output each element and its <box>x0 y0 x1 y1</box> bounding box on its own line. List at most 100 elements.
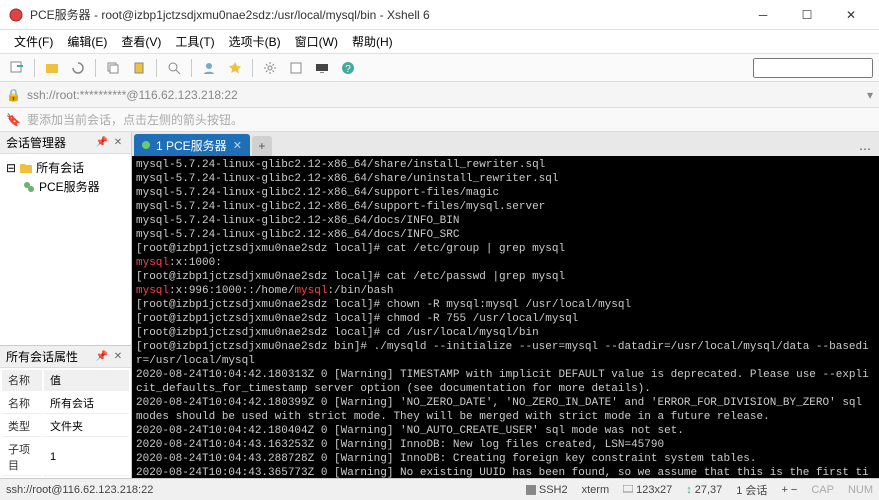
collapse-icon[interactable]: ⊟ <box>6 161 16 175</box>
close-panel-icon[interactable]: ✕ <box>111 350 125 364</box>
add-tab-button[interactable]: + <box>252 136 272 156</box>
tab-bar: 1 PCE服务器 ✕ + ⋯ <box>132 132 879 156</box>
bookmark-icon[interactable]: 🔖 <box>6 113 21 127</box>
tree-root-label: 所有会话 <box>36 159 84 176</box>
table-row: 名称所有会话 <box>2 393 129 414</box>
status-num: NUM <box>848 484 873 496</box>
terminal-line: mysql-5.7.24-linux-glibc2.12-x86_64/shar… <box>136 172 875 186</box>
separator <box>191 59 192 77</box>
tab-close-icon[interactable]: ✕ <box>233 139 242 152</box>
paste-icon[interactable] <box>128 57 150 79</box>
minus-icon[interactable]: − <box>791 484 797 496</box>
terminal-line: mysql-5.7.24-linux-glibc2.12-x86_64/shar… <box>136 158 875 172</box>
status-term: xterm <box>582 484 610 496</box>
session-tree: ⊟ 所有会话 PCE服务器 <box>0 154 131 345</box>
hint-bar: 🔖 要添加当前会话，点击左侧的箭头按钮。 <box>0 108 879 132</box>
prop-key: 子项目 <box>2 439 42 476</box>
window-title: PCE服务器 - root@izbp1jctzsdjxmu0nae2sdz:/u… <box>30 6 743 23</box>
terminal-line: mysql:x:1000: <box>136 256 875 270</box>
status-size: 123x27 <box>636 484 672 496</box>
script-icon[interactable] <box>285 57 307 79</box>
terminal[interactable]: mysql-5.7.24-linux-glibc2.12-x86_64/shar… <box>132 156 879 478</box>
menu-item[interactable]: 查看(V) <box>115 31 167 52</box>
menu-item[interactable]: 编辑(E) <box>61 31 113 52</box>
tab-menu-icon[interactable]: ⋯ <box>851 142 879 156</box>
prop-key: 名称 <box>2 393 42 414</box>
lock-icon: 🔒 <box>6 88 21 102</box>
close-button[interactable]: ✕ <box>831 3 871 27</box>
terminal-line: [root@izbp1jctzsdjxmu0nae2sdz bin]# ./my… <box>136 340 875 368</box>
help-icon[interactable]: ? <box>337 57 359 79</box>
settings-icon[interactable] <box>259 57 281 79</box>
title-bar: PCE服务器 - root@izbp1jctzsdjxmu0nae2sdz:/u… <box>0 0 879 30</box>
prop-value: 值 <box>44 370 129 391</box>
address-bar: 🔒 ssh://root:**********@116.62.123.218:2… <box>0 82 879 108</box>
tree-session-item[interactable]: PCE服务器 <box>4 177 127 196</box>
prop-value: 1 <box>44 439 129 476</box>
size-icon <box>623 485 633 495</box>
toolbar: ? <box>0 54 879 82</box>
menu-item[interactable]: 工具(T) <box>169 31 220 52</box>
status-dot-icon <box>142 141 150 149</box>
reconnect-icon[interactable] <box>67 57 89 79</box>
properties-table: 名称值名称所有会话类型文件夹子项目1 <box>0 368 131 478</box>
terminal-line: mysql-5.7.24-linux-glibc2.12-x86_64/docs… <box>136 228 875 242</box>
tab-session[interactable]: 1 PCE服务器 ✕ <box>134 134 250 156</box>
separator <box>156 59 157 77</box>
close-panel-icon[interactable]: ✕ <box>111 136 125 150</box>
copy-icon[interactable] <box>102 57 124 79</box>
status-cap: CAP <box>811 484 834 496</box>
pin-icon[interactable]: 📌 <box>95 350 109 364</box>
prop-value: 所有会话 <box>44 393 129 414</box>
terminal-line: 2020-08-24T10:04:42.180399Z 0 [Warning] … <box>136 396 875 424</box>
table-row: 类型文件夹 <box>2 416 129 437</box>
terminal-line: mysql-5.7.24-linux-glibc2.12-x86_64/supp… <box>136 186 875 200</box>
sidebar: 会话管理器 📌 ✕ ⊟ 所有会话 PCE服务器 所有会话属性 📌 ✕ <box>0 132 132 478</box>
tree-session-label: PCE服务器 <box>39 178 100 195</box>
app-icon <box>8 7 24 23</box>
menu-item[interactable]: 帮助(H) <box>346 31 399 52</box>
status-sessions: 1 会话 <box>736 482 767 498</box>
new-session-icon[interactable] <box>6 57 28 79</box>
menu-item[interactable]: 窗口(W) <box>289 31 344 52</box>
terminal-line: mysql:x:996:1000::/home/mysql:/bin/bash <box>136 284 875 298</box>
terminal-line: 2020-08-24T10:04:42.180404Z 0 [Warning] … <box>136 424 875 438</box>
separator <box>95 59 96 77</box>
prop-value: 文件夹 <box>44 416 129 437</box>
open-icon[interactable] <box>41 57 63 79</box>
terminal-line: 2020-08-24T10:04:43.365773Z 0 [Warning] … <box>136 466 875 478</box>
terminal-line: mysql-5.7.24-linux-glibc2.12-x86_64/docs… <box>136 214 875 228</box>
status-ssh: SSH2 <box>539 484 568 496</box>
properties-header: 所有会话属性 📌 ✕ <box>0 346 131 368</box>
menu-item[interactable]: 选项卡(B) <box>223 31 287 52</box>
terminal-line: 2020-08-24T10:04:43.288728Z 0 [Warning] … <box>136 452 875 466</box>
terminal-line: 2020-08-24T10:04:42.180313Z 0 [Warning] … <box>136 368 875 396</box>
find-icon[interactable] <box>163 57 185 79</box>
pin-icon[interactable]: 📌 <box>95 136 109 150</box>
plus-icon[interactable]: + <box>781 484 787 496</box>
status-bar: ssh://root@116.62.123.218:22 SSH2 xterm … <box>0 478 879 500</box>
maximize-button[interactable]: ☐ <box>787 3 827 27</box>
properties-title: 所有会话属性 <box>6 348 78 365</box>
menu-bar: 文件(F)编辑(E)查看(V)工具(T)选项卡(B)窗口(W)帮助(H) <box>0 30 879 54</box>
cursor-icon: ↕ <box>686 484 692 496</box>
profile-icon[interactable] <box>198 57 220 79</box>
monitor-icon[interactable] <box>311 57 333 79</box>
tree-root[interactable]: ⊟ 所有会话 <box>4 158 127 177</box>
svg-text:?: ? <box>345 64 351 75</box>
session-manager-header: 会话管理器 📌 ✕ <box>0 132 131 154</box>
menu-item[interactable]: 文件(F) <box>8 31 59 52</box>
terminal-line: [root@izbp1jctzsdjxmu0nae2sdz local]# ca… <box>136 270 875 284</box>
dropdown-icon[interactable]: ▾ <box>867 88 873 102</box>
status-pos: 27,37 <box>695 484 723 496</box>
ssh-icon <box>526 485 536 495</box>
address-text[interactable]: ssh://root:**********@116.62.123.218:22 <box>27 88 861 102</box>
session-manager-title: 会话管理器 <box>6 134 66 151</box>
terminal-line: mysql-5.7.24-linux-glibc2.12-x86_64/supp… <box>136 200 875 214</box>
star-icon[interactable] <box>224 57 246 79</box>
status-address: ssh://root@116.62.123.218:22 <box>6 484 512 496</box>
search-input[interactable] <box>753 58 873 78</box>
terminal-line: [root@izbp1jctzsdjxmu0nae2sdz local]# ch… <box>136 312 875 326</box>
minimize-button[interactable]: ─ <box>743 3 783 27</box>
terminal-line: [root@izbp1jctzsdjxmu0nae2sdz local]# ch… <box>136 298 875 312</box>
